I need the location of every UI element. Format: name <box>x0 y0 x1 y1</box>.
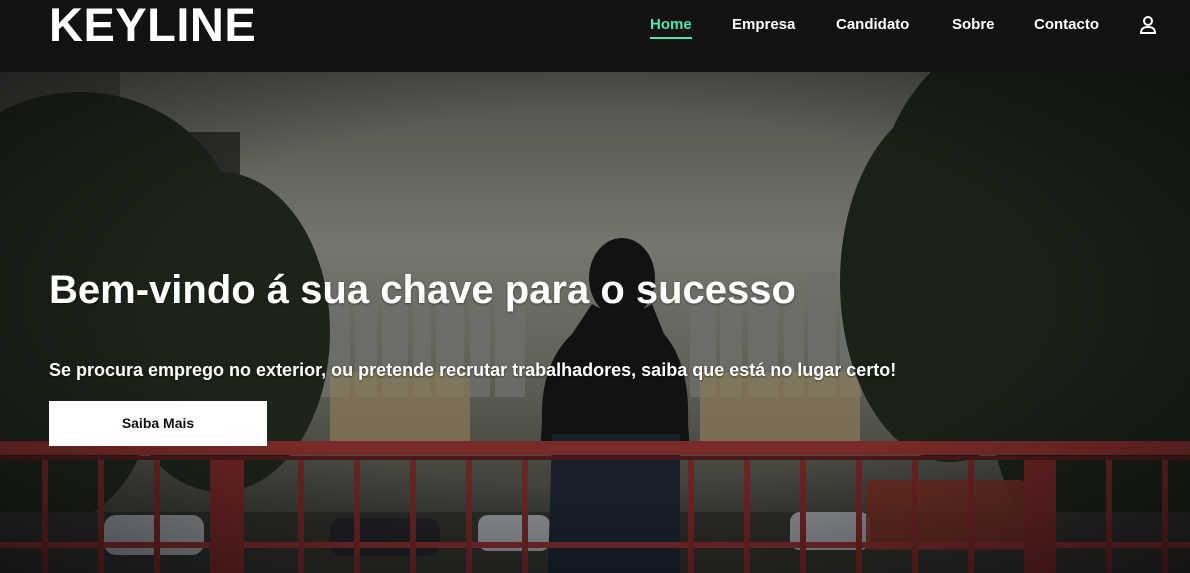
hero-section: Bem-vindo á sua chave para o sucesso Se … <box>0 72 1190 573</box>
saiba-mais-button[interactable]: Saiba Mais <box>49 401 267 446</box>
brand-logo[interactable]: KEYLINE <box>49 0 256 51</box>
nav-item-home[interactable]: Home <box>650 16 692 39</box>
nav-item-empresa[interactable]: Empresa <box>732 16 795 34</box>
top-navbar: KEYLINE Home Empresa Candidato Sobre Con… <box>0 0 1190 72</box>
nav-item-candidato[interactable]: Candidato <box>836 16 909 34</box>
user-icon[interactable] <box>1139 15 1157 35</box>
hero-background-image <box>0 72 1190 573</box>
nav-item-contacto[interactable]: Contacto <box>1034 16 1099 34</box>
hero-subtitle: Se procura emprego no exterior, ou prete… <box>49 360 897 380</box>
nav-item-sobre[interactable]: Sobre <box>952 16 995 34</box>
hero-title: Bem-vindo á sua chave para o sucesso <box>49 268 796 312</box>
